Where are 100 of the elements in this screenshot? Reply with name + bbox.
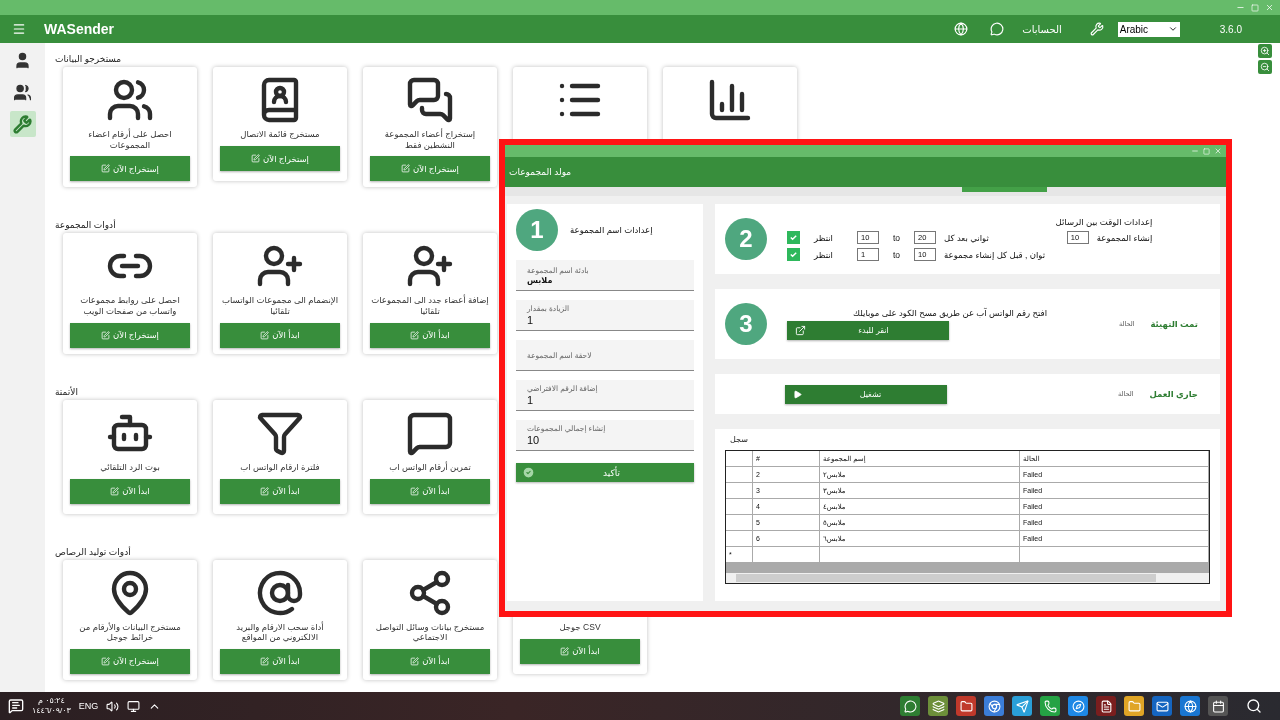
edit-icon <box>260 486 270 496</box>
edit-icon <box>410 656 420 666</box>
start-button[interactable]: انقر للبدء <box>787 321 949 340</box>
edit-icon <box>560 646 570 656</box>
card-label: مستخرج بيانات وسائل التواصل الاجتماعي <box>374 621 486 643</box>
start-button[interactable]: ابدأ الآن <box>520 638 640 664</box>
edit-icon <box>101 656 111 666</box>
users-icon <box>13 82 32 102</box>
network-icon[interactable] <box>127 699 141 713</box>
card-label: احصل على أرقام اعضاء المجموعات <box>87 129 173 151</box>
play-icon <box>793 389 802 399</box>
step-number: 3 <box>725 303 767 345</box>
status-value: تمت التهيئة <box>1150 319 1198 329</box>
step-number: 1 <box>516 209 558 251</box>
to-label: to <box>892 249 901 260</box>
wait-label: انتظر <box>814 232 833 243</box>
volume-icon[interactable] <box>106 699 120 713</box>
edit-icon <box>401 164 411 174</box>
horizontal-scrollbar[interactable] <box>726 573 1209 583</box>
edit-icon <box>101 164 111 174</box>
card-label: إستخراج أعضاء المجموعة النشطين فقط <box>383 129 477 151</box>
zoom-out-button[interactable] <box>1258 60 1272 74</box>
tools-icon[interactable] <box>1089 22 1104 36</box>
search-icon[interactable] <box>1246 698 1262 714</box>
step-number: 2 <box>725 218 767 260</box>
section-title: الأتمتة <box>55 386 78 397</box>
start-button[interactable]: إستخراج الآن <box>70 648 190 674</box>
globe-icon[interactable] <box>954 22 969 36</box>
zoom-in-button[interactable] <box>1258 44 1272 58</box>
log-title: سجل <box>729 435 749 444</box>
start-button[interactable]: ابدأ الآن <box>370 322 490 348</box>
step-title: إعدادات الوقت بين الرسائل <box>1054 217 1153 227</box>
at-sign-icon <box>256 568 304 617</box>
card-label: إضافة أعضاء جدد الى المجموعات تلقائيا <box>370 295 490 317</box>
step-title: افتح رقم الواتس آب عن طريق مسح الكود على موبايلك <box>852 308 1047 318</box>
checkbox[interactable] <box>787 248 800 261</box>
calendar-app-icon[interactable] <box>1208 696 1228 716</box>
wait-label: انتظر <box>814 249 833 260</box>
user-icon <box>13 50 32 70</box>
menu-icon[interactable] <box>12 22 26 36</box>
start-button[interactable]: إستخراج الآن <box>220 146 340 171</box>
start-button[interactable]: ابدأ الآن <box>370 648 490 674</box>
browser-icon[interactable] <box>984 696 1004 716</box>
start-button[interactable]: إستخراج الآن <box>70 156 190 182</box>
accounts-link[interactable]: الحسابات <box>1022 23 1062 35</box>
tools-icon <box>13 114 32 134</box>
card-label: احصل على روابط مجموعات واتساب من صفحات الويب <box>79 295 181 317</box>
interval-label: ثوان , قبل كل إنشاء مجموعة <box>944 249 1045 260</box>
edit-icon <box>110 486 120 496</box>
language-select[interactable]: Arabic <box>1117 21 1180 37</box>
to-label: to <box>892 232 901 243</box>
language-indicator[interactable]: ENG <box>78 701 99 711</box>
edit-icon <box>260 330 270 340</box>
run-button[interactable]: تشغيل <box>785 384 947 404</box>
external-link-icon <box>795 325 806 336</box>
start-button[interactable]: إستخراج الآن <box>370 156 490 182</box>
web-browser-icon[interactable] <box>1180 696 1200 716</box>
section-title: مستخرجو البيانات <box>55 54 122 64</box>
chat-app-icon[interactable] <box>900 696 920 716</box>
clock[interactable]: ٠٥:٢٤ م ١٤٤٦/٠٩/٠٣ <box>32 696 71 716</box>
step-title: إعدادات اسم المجموعة <box>570 225 653 235</box>
chat-icon[interactable] <box>990 22 1005 36</box>
notification-icon[interactable] <box>8 698 24 714</box>
start-button[interactable]: ابدأ الآن <box>70 478 190 504</box>
version-text: 3.6.0 <box>1219 23 1242 35</box>
table-cell <box>753 547 820 563</box>
start-button[interactable]: ابدأ الآن <box>370 478 490 504</box>
edit-icon <box>410 486 420 496</box>
file-folder-icon[interactable] <box>1124 696 1144 716</box>
start-button[interactable]: ابدأ الآن <box>220 322 340 348</box>
card-label: بوت الرد التلقائي <box>100 461 160 473</box>
interval-label: إنشاء المجموعة <box>1096 232 1153 243</box>
section-title: أدوات المجموعة <box>55 220 116 231</box>
mail-app-icon[interactable] <box>1152 696 1172 716</box>
card-label: تمرين أرقام الواتس اب <box>389 461 471 473</box>
checkbox[interactable] <box>787 231 800 244</box>
card-label: أداة سحب الارقام والبريد الالكتروني من المواقع <box>235 621 325 643</box>
edit-icon <box>101 330 111 340</box>
edit-icon <box>410 330 420 340</box>
start-button[interactable]: ابدأ الآن <box>220 478 340 504</box>
phone-app-icon[interactable] <box>1040 696 1060 716</box>
dialog-title: مولد المجموعات <box>509 167 572 177</box>
folder-app-icon[interactable] <box>956 696 976 716</box>
compass-app-icon[interactable] <box>1068 696 1088 716</box>
card-label: CSV جوجل <box>559 621 601 633</box>
layers-app-icon[interactable] <box>928 696 948 716</box>
status-value: جاري العمل <box>1149 389 1198 399</box>
speech-bubbles-icon <box>406 76 454 124</box>
start-button[interactable]: إستخراج الآن <box>70 322 190 348</box>
edit-icon <box>251 154 261 163</box>
start-button[interactable]: ابدأ الآن <box>220 648 340 674</box>
card-label: مستخرج قائمة الاتصال <box>240 129 320 140</box>
app-title: WASender <box>44 21 114 37</box>
card-label: الإنضمام الى مجموعات الواتساب تلقائيا <box>220 295 340 317</box>
section-title: أدوات توليد الرصاص <box>55 546 131 557</box>
card-label: مستخرج البيانات والأرقام من خرائط جوجل <box>78 621 182 643</box>
confirm-button[interactable]: تأكيد <box>516 463 694 482</box>
send-app-icon[interactable] <box>1012 696 1032 716</box>
document-app-icon[interactable] <box>1096 696 1116 716</box>
caret-icon <box>1167 24 1178 34</box>
